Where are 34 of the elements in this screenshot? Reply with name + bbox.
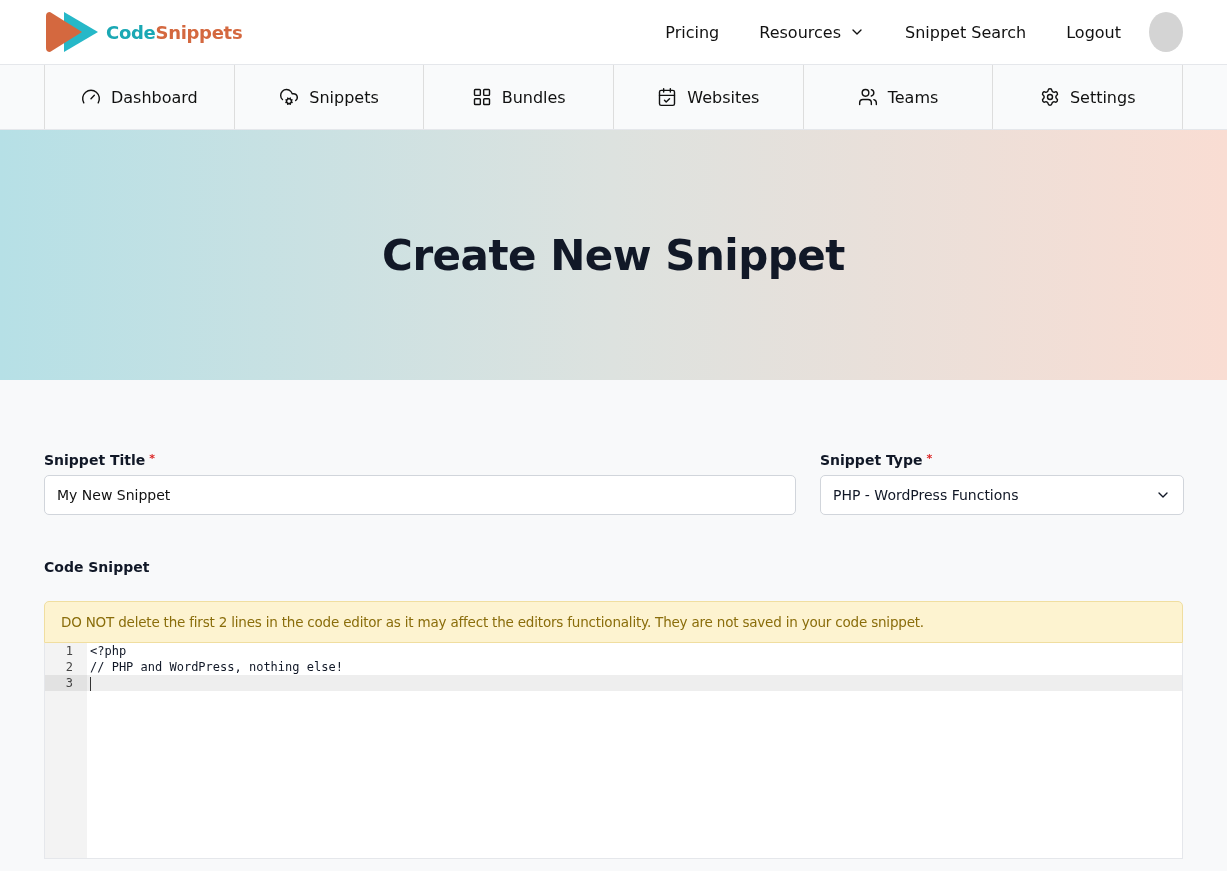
- users-icon: [857, 87, 878, 107]
- nav-link[interactable]: Pricing: [665, 22, 720, 42]
- nav-link[interactable]: Snippet Search: [905, 22, 1027, 42]
- avatar[interactable]: [1149, 12, 1183, 52]
- settings-icon: [1039, 87, 1060, 107]
- nav-link[interactable]: Resources: [759, 22, 865, 42]
- required-mark: *: [149, 452, 156, 467]
- calendar-icon: [657, 87, 678, 107]
- field-label: Snippet Title: [44, 452, 146, 468]
- title-input[interactable]: My New Snippet: [44, 475, 796, 515]
- warning-notice: DO NOT delete the first 2 lines in the code editor as it may affect the editors functionality. They are not saved in your code snippet.: [44, 601, 1183, 643]
- cloud-icon: [279, 87, 300, 107]
- required-mark: *: [926, 452, 933, 467]
- nav-tab[interactable]: Dashboard: [44, 65, 234, 129]
- nav-tab[interactable]: Websites: [613, 65, 803, 129]
- nav-link[interactable]: Logout: [1066, 22, 1121, 42]
- logo-text[interactable]: CodeSnippets: [106, 21, 243, 43]
- field-label: Snippet Type: [820, 452, 923, 468]
- line-number: 1: [64, 643, 74, 659]
- line-number: 2: [64, 659, 74, 675]
- text-cursor: [90, 676, 91, 691]
- page-title: Create New Snippet: [382, 230, 845, 280]
- nav-tab[interactable]: Teams: [802, 65, 993, 129]
- code-line: <?php: [89, 643, 128, 659]
- code-line: // PHP and WordPress, nothing else!: [89, 659, 344, 675]
- grid-icon: [471, 87, 492, 107]
- nav-tab[interactable]: Snippets: [233, 65, 424, 129]
- type-select[interactable]: PHP - WordPress Functions: [820, 475, 1184, 515]
- code-editor[interactable]: 1 2 3 <?php // PHP and WordPress, nothing else!: [44, 643, 1183, 859]
- nav-tab[interactable]: Settings: [992, 65, 1184, 129]
- nav-tab[interactable]: Bundles: [423, 65, 613, 129]
- field-label: Code Snippet: [44, 559, 151, 575]
- line-number: 3: [45, 675, 87, 691]
- logo-icon: [44, 10, 100, 54]
